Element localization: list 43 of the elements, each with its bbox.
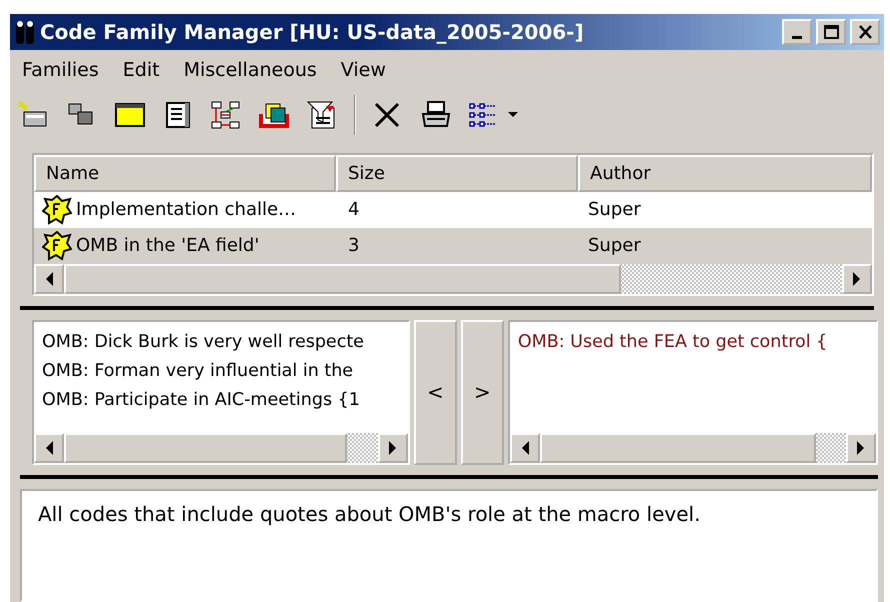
- scroll-left-icon[interactable]: [520, 440, 530, 454]
- window-title: Code Family Manager [HU: US-data_2005-2006-]: [40, 19, 584, 46]
- menu-item[interactable]: Edit: [122, 56, 160, 84]
- menu-item[interactable]: View: [340, 56, 386, 84]
- dropdown-caret-icon[interactable]: [508, 112, 518, 117]
- move-button[interactable]: <: [414, 320, 457, 464]
- family-icon: [42, 230, 72, 260]
- app-icon: [14, 18, 36, 46]
- list-item[interactable]: OMB: Participate in AIC-meetings {1: [42, 386, 400, 414]
- close-icon[interactable]: [856, 24, 874, 40]
- menu-item[interactable]: Families: [22, 56, 99, 84]
- maximize-icon[interactable]: [822, 24, 840, 40]
- scroll-left-icon[interactable]: [44, 272, 54, 286]
- scroll-left-icon[interactable]: [44, 440, 54, 454]
- table-cell-text: Super: [587, 234, 642, 258]
- table-cell-text: 4: [347, 198, 360, 222]
- table-cell-text: 3: [347, 234, 360, 258]
- move-button[interactable]: >: [460, 320, 504, 464]
- scroll-right-icon[interactable]: [856, 440, 866, 454]
- table-cell-text: Implementation challe…: [76, 198, 296, 222]
- close-button[interactable]: [850, 19, 880, 45]
- scroll-right-icon[interactable]: [388, 440, 398, 454]
- column-header[interactable]: Name: [34, 154, 336, 192]
- table-cell-text: Super: [587, 198, 642, 222]
- description-text: All codes that include quotes about OMB's role at the macro level.: [20, 488, 878, 602]
- scroll-bar[interactable]: [510, 432, 876, 462]
- column-header[interactable]: Size: [336, 154, 578, 192]
- network-icon[interactable]: [210, 100, 242, 130]
- scroll-bar[interactable]: [34, 432, 408, 462]
- family-icon: [42, 194, 72, 224]
- menu-item[interactable]: Miscellaneous: [184, 56, 317, 84]
- list-item[interactable]: OMB: Dick Burk is very well respecte: [42, 328, 400, 356]
- list-item[interactable]: OMB: Used the FEA to get control {: [518, 328, 868, 356]
- column-header[interactable]: Author: [578, 154, 872, 192]
- scroll-right-icon[interactable]: [852, 272, 862, 286]
- table-cell-text: OMB in the 'EA field': [76, 234, 260, 258]
- printer-icon[interactable]: [420, 100, 452, 130]
- list-item[interactable]: OMB: Forman very influential in the: [42, 356, 400, 386]
- scroll-bar[interactable]: [34, 264, 872, 294]
- family-row[interactable]: OMB in the 'EA field' 3 Super: [34, 228, 872, 264]
- maximize-button[interactable]: [816, 19, 846, 45]
- family-row[interactable]: Implementation challe… 4 Super: [34, 192, 872, 228]
- minimize-button[interactable]: [782, 19, 812, 45]
